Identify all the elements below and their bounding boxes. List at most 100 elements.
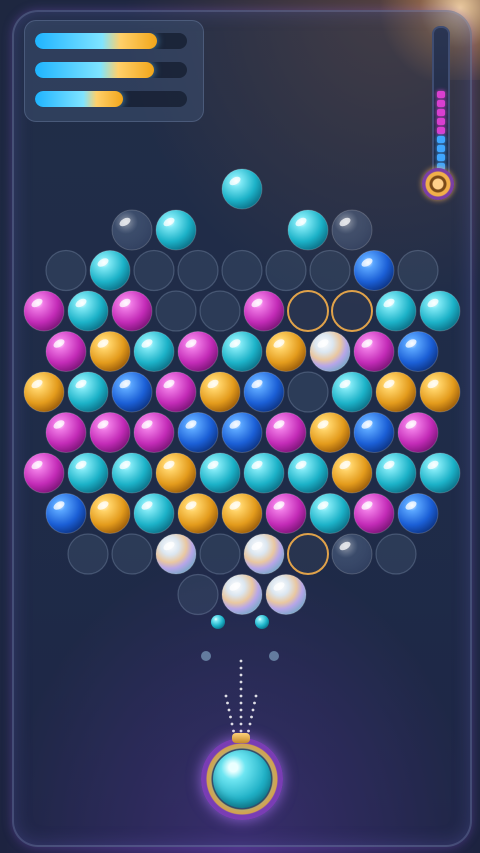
- bubble-blue: [45, 493, 87, 534]
- bubble-gold: [309, 412, 351, 453]
- aim-dot: [248, 722, 252, 726]
- aim-dot: [239, 701, 243, 705]
- bubble-gold: [155, 452, 197, 494]
- bubble-cyan: [375, 452, 417, 494]
- aim-dot: [254, 694, 258, 698]
- aim-dot: [232, 729, 235, 733]
- game-screen[interactable]: [0, 0, 480, 853]
- bubble-gold: [265, 331, 307, 372]
- aim-dot: [227, 708, 231, 712]
- bubble-magenta: [111, 290, 153, 332]
- bubble-empty: [67, 533, 109, 575]
- bubble-empty: [177, 573, 219, 616]
- bubble-empty: [199, 290, 241, 332]
- bubble-magenta: [89, 412, 131, 453]
- bubble-blue: [397, 493, 439, 534]
- aim-dot: [239, 680, 243, 684]
- bubble-gold: [199, 371, 241, 413]
- droplet-bubble: [201, 651, 211, 661]
- bubble-magenta: [155, 371, 197, 413]
- aim-dot: [239, 687, 243, 691]
- bubble-magenta: [45, 331, 87, 372]
- bubble-empty: [111, 533, 153, 575]
- bubble-cyan: [419, 290, 461, 332]
- bubble-magenta: [353, 493, 395, 534]
- bubble-blue: [397, 331, 439, 372]
- bubble-cyan: [375, 290, 417, 332]
- bubble-board[interactable]: [0, 0, 480, 853]
- bubble-magenta: [265, 412, 307, 453]
- bubble-cyan: [67, 290, 109, 332]
- bubble-gold: [89, 331, 131, 372]
- bubble-cyan: [133, 493, 175, 534]
- bubble-empty: [375, 533, 417, 575]
- bubble-ring: [331, 290, 373, 332]
- bubble-magenta: [243, 290, 285, 332]
- aim-dot: [230, 722, 234, 726]
- bubble-empty: [265, 249, 307, 292]
- bubble-magenta: [23, 290, 65, 332]
- bubble-cyan: [199, 452, 241, 494]
- aim-dot: [239, 722, 243, 726]
- droplet-bubble: [211, 615, 225, 629]
- bubble-magenta: [45, 412, 87, 453]
- bubble-empty: [309, 249, 351, 292]
- bubble-iridescent: [309, 331, 351, 372]
- bubble-blue: [221, 412, 263, 453]
- bubble-cyan: [331, 371, 373, 413]
- aim-dot: [239, 659, 243, 663]
- aim-dot: [239, 666, 243, 670]
- bubble-ring: [287, 290, 329, 332]
- bubble-gold: [177, 493, 219, 534]
- bubble-magenta: [133, 412, 175, 453]
- bubble-cyan: [287, 209, 329, 251]
- bubble-empty: [45, 249, 87, 292]
- bubble-gold: [23, 371, 65, 413]
- bubble-clear: [331, 209, 373, 251]
- aim-dot: [224, 694, 228, 698]
- bubble-empty: [133, 249, 175, 292]
- bubble-cyan: [133, 331, 175, 372]
- aim-dot: [239, 708, 243, 712]
- bubble-iridescent: [221, 574, 263, 615]
- bubble-magenta: [177, 331, 219, 372]
- bubble-empty: [221, 249, 263, 292]
- bubble-clear: [111, 209, 153, 251]
- launcher-cap-icon: [232, 733, 250, 743]
- bubble-iridescent: [265, 574, 307, 615]
- bubble-cyan: [67, 452, 109, 494]
- droplet-bubble: [255, 615, 269, 629]
- bubble-magenta: [265, 493, 307, 534]
- bubble-ring: [287, 533, 329, 575]
- aim-dot: [250, 715, 253, 719]
- bubble-empty: [177, 249, 219, 292]
- bubble-empty: [287, 371, 329, 413]
- bubble-gold: [419, 371, 461, 413]
- aim-dot: [239, 694, 243, 698]
- aim-dot: [239, 673, 243, 677]
- bubble-cyan: [111, 452, 153, 494]
- bubble-cyan: [287, 452, 329, 494]
- bubble-cyan: [155, 209, 197, 251]
- bubble-magenta: [353, 331, 395, 372]
- bubble-iridescent: [155, 533, 197, 575]
- aim-dot: [226, 701, 229, 705]
- bubble-blue: [243, 371, 285, 413]
- bubble-cyan: [309, 493, 351, 534]
- bubble-cyan: [221, 331, 263, 372]
- bubble-magenta: [23, 452, 65, 494]
- bubble-gold: [331, 452, 373, 494]
- loaded-bubble[interactable]: [213, 750, 271, 808]
- bubble-empty: [199, 533, 241, 575]
- bubble-gold: [221, 493, 263, 534]
- bubble-gold: [89, 493, 131, 534]
- bubble-blue: [177, 412, 219, 453]
- aim-dot: [247, 729, 250, 733]
- bubble-blue: [353, 412, 395, 453]
- bubble-clear: [331, 533, 373, 575]
- bubble-empty: [155, 290, 197, 332]
- bubble-empty: [397, 249, 439, 292]
- bubble-iridescent: [243, 533, 285, 575]
- bubble-magenta: [397, 412, 439, 453]
- droplet-bubble: [269, 651, 279, 661]
